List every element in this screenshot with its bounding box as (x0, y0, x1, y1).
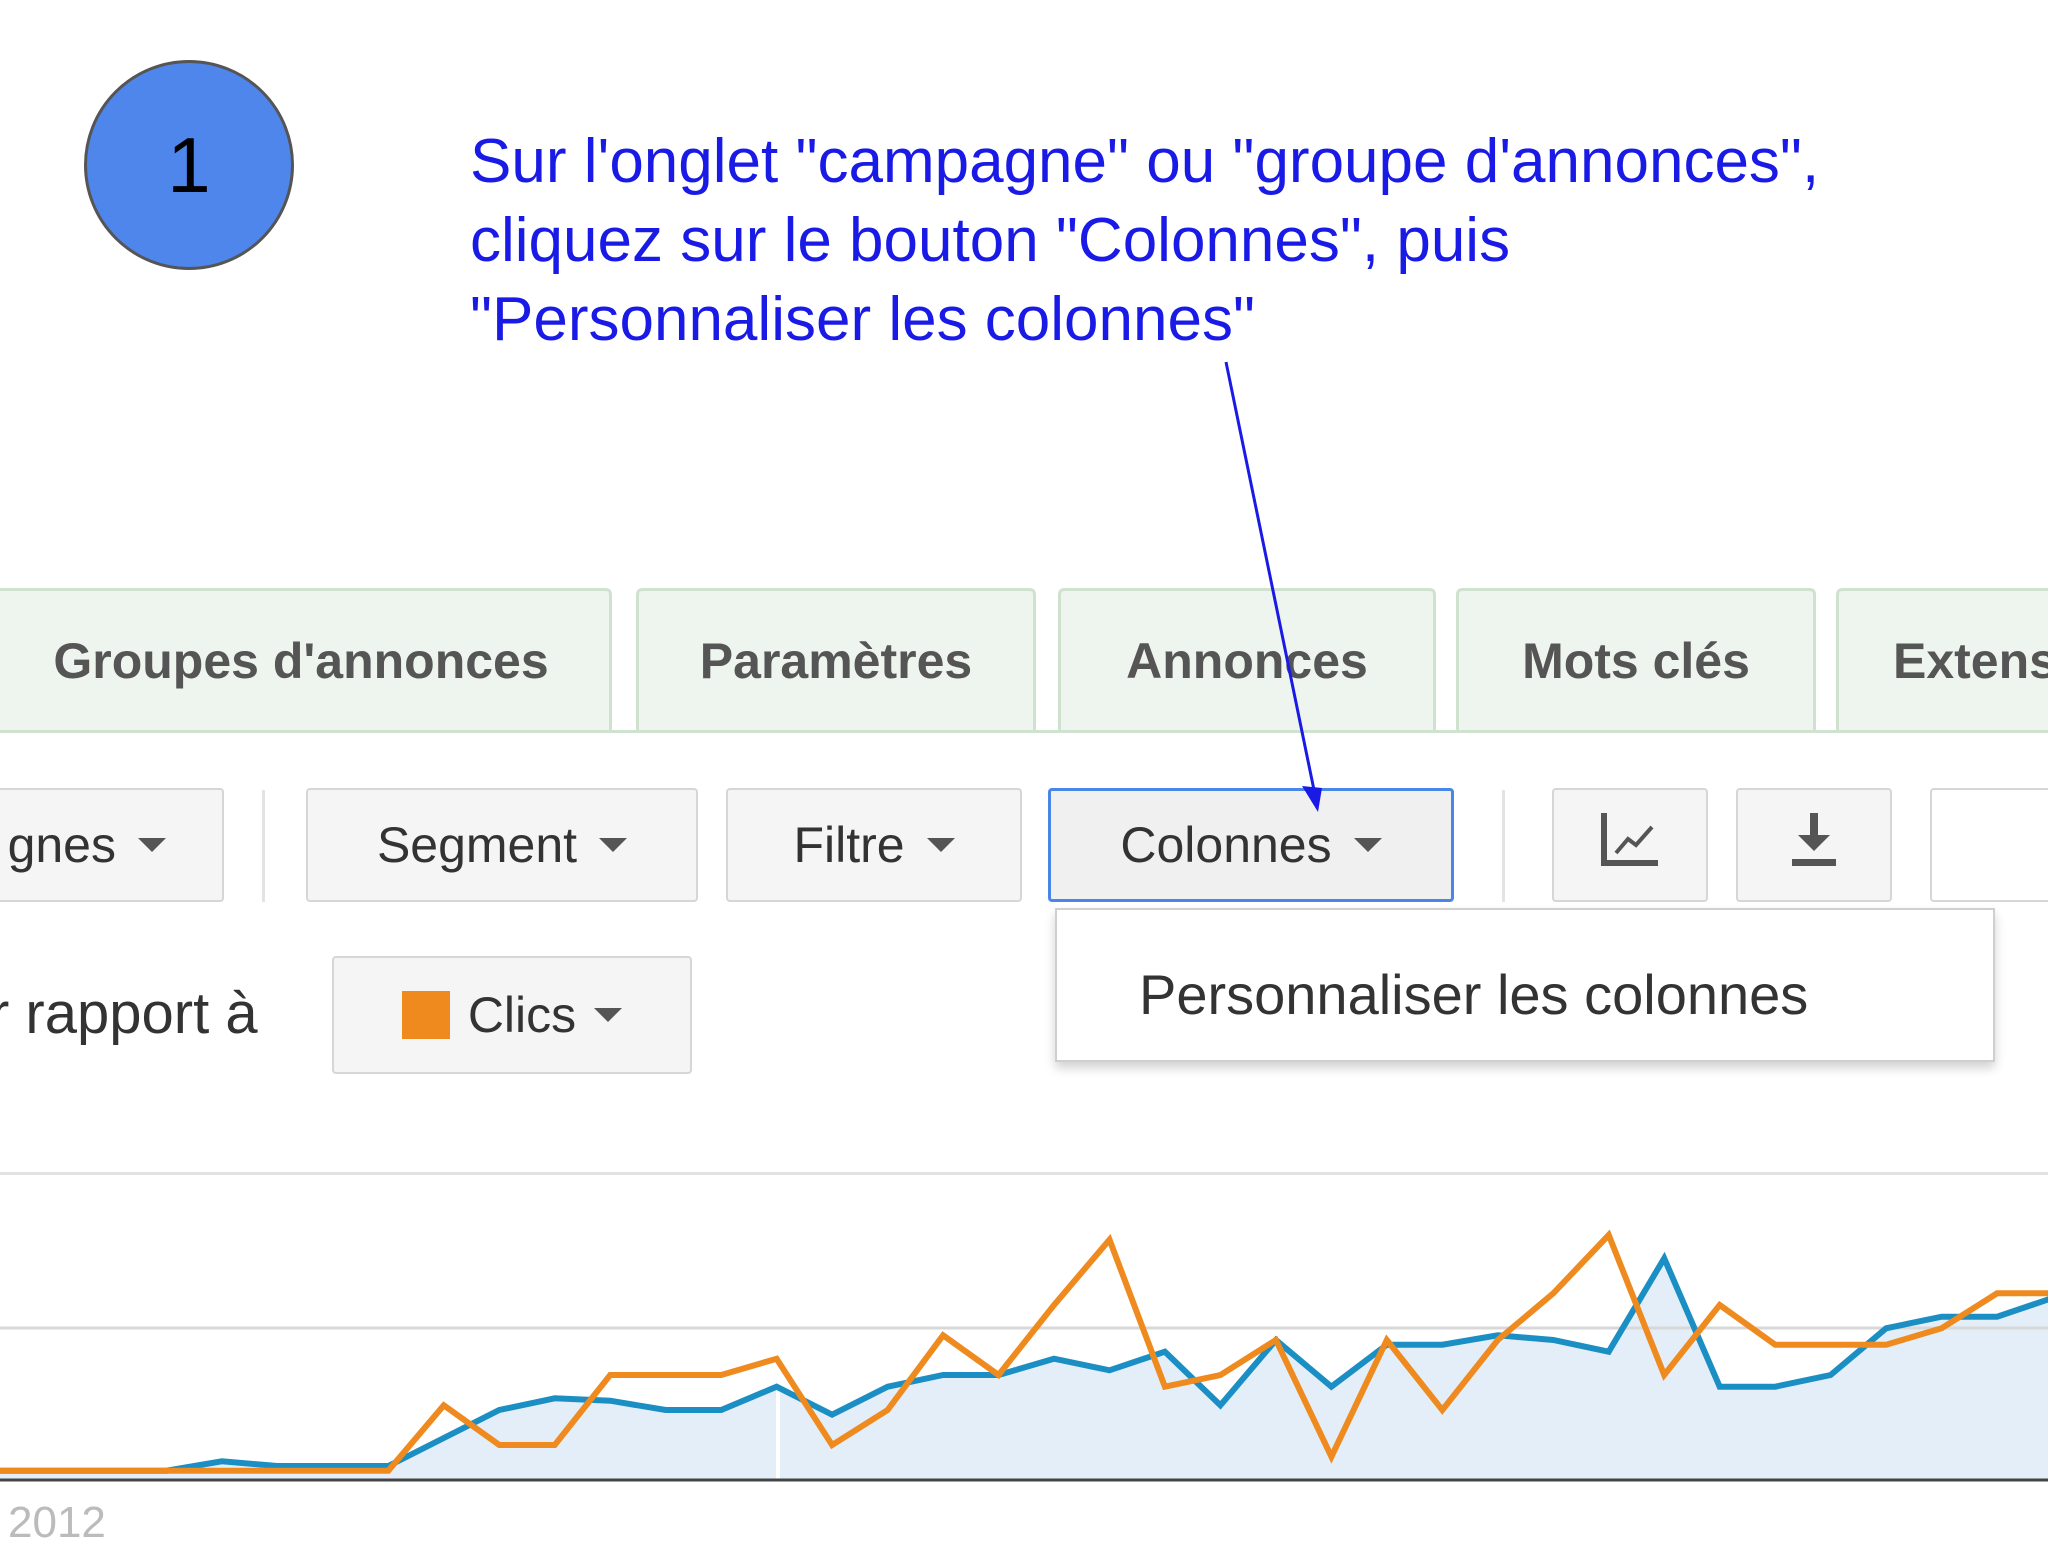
segment-label: Segment (376, 817, 578, 873)
tab-ad-groups[interactable]: Groupes d'annonces (0, 588, 612, 730)
instruction-text: Sur l'onglet "campagne" ou "groupe d'ann… (470, 122, 2010, 359)
metric-color-swatch (401, 991, 450, 1039)
filter-label: Filtre (793, 817, 905, 873)
filter-button[interactable]: Filtre (726, 788, 1022, 902)
tab-ad-groups-label: Groupes d'annonces (53, 632, 549, 689)
campaigns-dropdown-button[interactable]: gnes (0, 788, 224, 902)
chevron-down-icon (926, 838, 955, 852)
download-button[interactable] (1736, 788, 1892, 902)
metric-label: Clics (467, 987, 577, 1043)
customize-columns-menu-item[interactable]: Personnaliser les colonnes (1139, 962, 1808, 1027)
chevron-down-icon (138, 838, 166, 852)
tab-settings-label: Paramètres (699, 632, 973, 689)
line-chart-icon (1598, 809, 1662, 881)
download-icon (1788, 809, 1840, 881)
chart-top-border (0, 1172, 2048, 1175)
performance-chart (0, 1229, 2048, 1482)
step-number-badge: 1 (84, 60, 294, 270)
step-number: 1 (167, 120, 211, 209)
columns-button[interactable]: Colonnes (1048, 788, 1454, 902)
metric-dropdown-button[interactable]: Clics (332, 956, 692, 1074)
tab-extensions-label: Extens (1893, 632, 2048, 689)
chevron-down-icon (599, 838, 628, 852)
toolbar-divider (262, 790, 265, 902)
instruction-line-2: cliquez sur le bouton "Colonnes", puis (470, 206, 1511, 275)
x-axis-year-label: 2012 (8, 1498, 106, 1547)
instruction-line-1: Sur l'onglet "campagne" ou "groupe d'ann… (470, 127, 1820, 196)
tab-settings[interactable]: Paramètres (636, 588, 1036, 730)
toggle-graph-button[interactable] (1552, 788, 1708, 902)
instruction-line-3: "Personnaliser les colonnes" (470, 285, 1255, 354)
campaigns-label: gnes (7, 817, 116, 873)
compare-label: r rapport à (0, 981, 258, 1046)
tab-ads-label: Annonces (1126, 632, 1368, 689)
tab-ads[interactable]: Annonces (1058, 588, 1436, 730)
segment-button[interactable]: Segment (306, 788, 698, 902)
search-box[interactable] (1930, 788, 2048, 902)
columns-label: Colonnes (1120, 817, 1332, 873)
columns-dropdown-menu: Personnaliser les colonnes (1055, 908, 1995, 1062)
tab-strip-divider (0, 730, 2048, 733)
chevron-down-icon (1353, 838, 1382, 852)
chevron-down-icon (594, 1008, 623, 1022)
toolbar-divider (1502, 790, 1505, 902)
tab-extensions[interactable]: Extens (1836, 588, 2048, 730)
tab-keywords[interactable]: Mots clés (1456, 588, 1816, 730)
tab-keywords-label: Mots clés (1522, 632, 1750, 689)
